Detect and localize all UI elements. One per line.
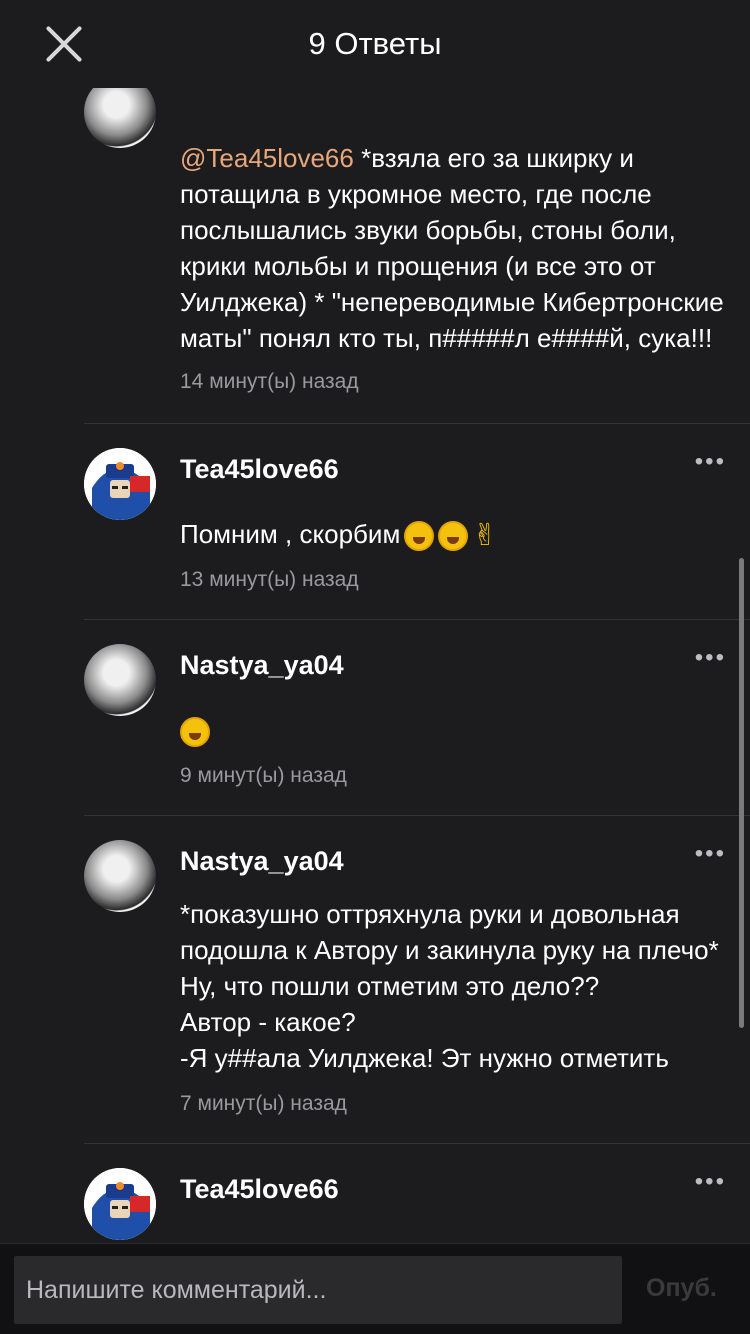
replies-feed[interactable]: @Tea45love66 *взяла его за шкирку и пота… <box>0 0 750 1243</box>
mention-link[interactable]: @Tea45love66 <box>180 143 354 173</box>
avatar[interactable] <box>84 448 156 520</box>
robot-avatar-icon <box>84 448 156 520</box>
publish-button[interactable]: Опуб. <box>646 1274 717 1303</box>
scrollbar[interactable] <box>739 558 744 1028</box>
comment-username[interactable]: Nastya_ya04 <box>180 650 344 681</box>
rolling-on-floor-laughing-emoji-icon <box>404 521 435 552</box>
more-icon[interactable]: ••• <box>695 1168 726 1196</box>
more-icon[interactable]: ••• <box>695 644 726 672</box>
comment-username[interactable]: Tea45love66 <box>180 1174 339 1205</box>
header: 9 Ответы <box>0 0 750 88</box>
victory-hand-emoji-icon: ✌ <box>472 519 498 553</box>
rolling-on-floor-laughing-emoji-icon <box>180 717 210 748</box>
avatar[interactable] <box>84 644 156 716</box>
comment: Tea45love66 ••• <box>84 1143 750 1243</box>
comment-text: Помним , скорбим ✌ <box>180 519 498 553</box>
avatar[interactable] <box>84 840 156 912</box>
more-icon[interactable]: ••• <box>695 448 726 476</box>
more-icon[interactable]: ••• <box>695 840 726 868</box>
comment-text: *показушно оттряхнула руки и довольная п… <box>180 899 719 1073</box>
comment: @Tea45love66 *взяла его за шкирку и пота… <box>84 40 750 423</box>
comment-time: 7 минут(ы) назад <box>180 1092 347 1115</box>
comment-text <box>180 712 730 748</box>
comment: Nastya_ya04 9 минут(ы) назад ••• <box>84 619 750 815</box>
rolling-on-floor-laughing-emoji-icon <box>438 521 469 552</box>
avatar[interactable] <box>84 1168 156 1240</box>
comment-text: @Tea45love66 *взяла его за шкирку и пота… <box>180 143 724 353</box>
comment-time: 14 минут(ы) назад <box>180 370 359 393</box>
comment: Nastya_ya04 *показушно оттряхнула руки и… <box>84 815 750 1143</box>
comment-username[interactable]: Tea45love66 <box>180 454 339 485</box>
page-title: 9 Ответы <box>308 26 442 61</box>
comment-time: 9 минут(ы) назад <box>180 764 347 787</box>
comment-composer: Опуб. <box>0 1243 750 1334</box>
comment-username[interactable]: Nastya_ya04 <box>180 846 344 877</box>
robot-avatar-icon <box>84 1168 156 1240</box>
comment: Tea45love66 Помним , скорбим ✌ 13 минут(ы… <box>84 423 750 619</box>
comment-time: 13 минут(ы) назад <box>180 568 359 591</box>
comment-input[interactable] <box>14 1256 622 1324</box>
